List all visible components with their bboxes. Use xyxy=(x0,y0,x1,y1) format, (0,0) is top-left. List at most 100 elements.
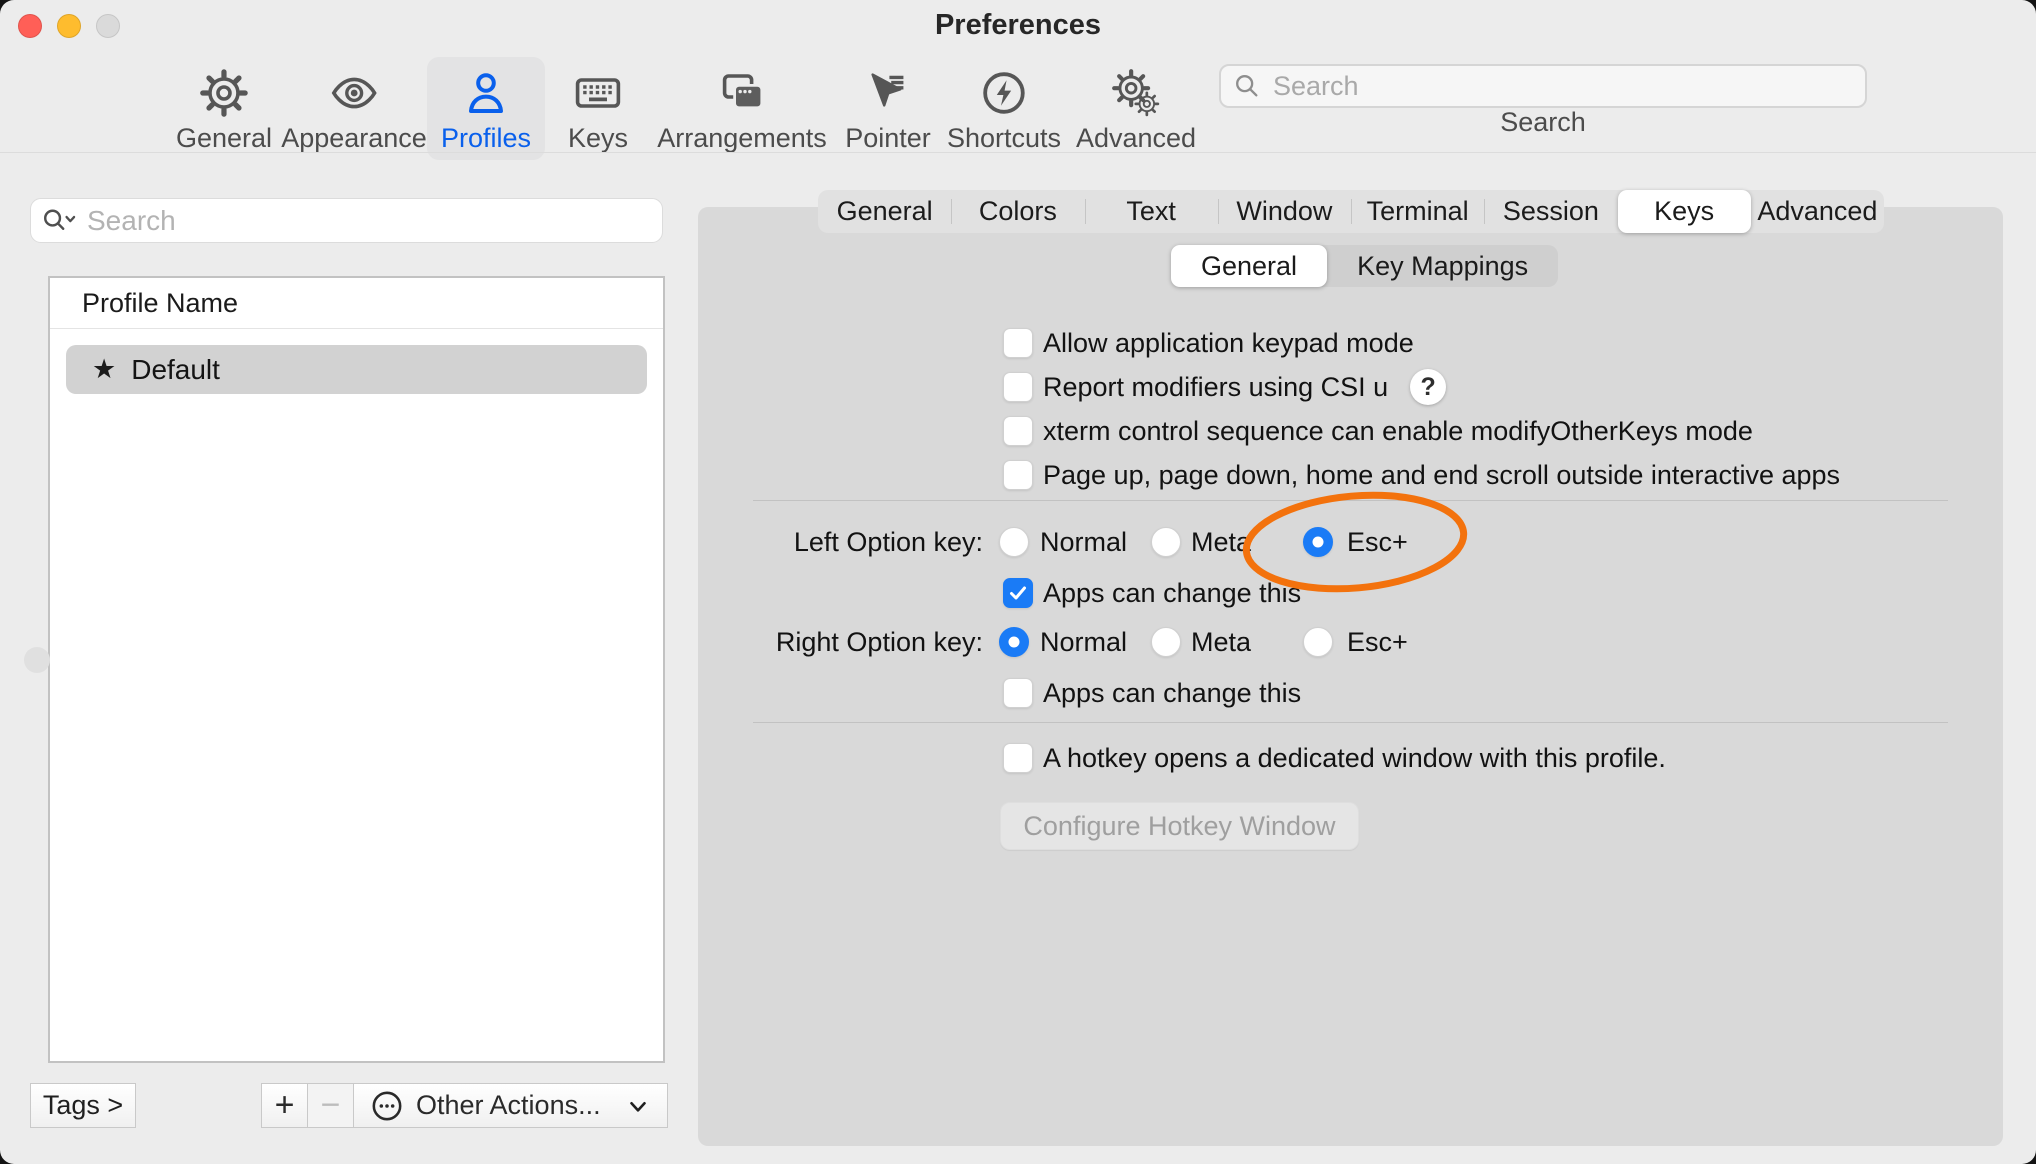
checkbox-row: Allow application keypad mode xyxy=(1003,327,1414,359)
radio-right-meta[interactable] xyxy=(1151,627,1181,657)
zoom-button[interactable] xyxy=(96,14,120,38)
subtab-key-mappings[interactable]: Key Mappings xyxy=(1327,245,1558,287)
cursor-icon xyxy=(864,65,912,121)
checkbox-row: A hotkey opens a dedicated window with t… xyxy=(1003,742,1666,774)
tab-text[interactable]: Text xyxy=(1085,190,1218,233)
radio-left-meta[interactable] xyxy=(1151,527,1181,557)
tab-general[interactable]: General xyxy=(818,190,951,233)
checkbox-row: Report modifiers using CSI u ? xyxy=(1003,371,1446,403)
checkbox-label: Report modifiers using CSI u xyxy=(1043,372,1388,403)
circle-ellipsis-icon xyxy=(370,1089,404,1123)
toolbar-item-label: Arrangements xyxy=(657,123,827,154)
right-option-key-label: Right Option key: xyxy=(698,626,983,658)
configure-hotkey-window-button[interactable]: Configure Hotkey Window xyxy=(1000,802,1359,850)
toolbar-search-input[interactable] xyxy=(1271,70,1853,103)
toolbar-item-label: Pointer xyxy=(845,123,931,154)
radio-right-esc[interactable] xyxy=(1303,627,1333,657)
checkbox-label: A hotkey opens a dedicated window with t… xyxy=(1043,743,1666,774)
divider xyxy=(753,722,1948,723)
left-option-key-row: Left Option key: Normal Meta Esc+ xyxy=(698,526,2003,558)
window-title: Preferences xyxy=(0,9,2036,42)
toolbar-divider xyxy=(0,152,2036,153)
profile-tab-bar: General Colors Text Window Terminal Sess… xyxy=(818,190,1884,233)
toolbar-item-shortcuts[interactable]: Shortcuts xyxy=(933,57,1075,160)
profile-search-field[interactable] xyxy=(30,198,663,243)
toolbar-item-label: Advanced xyxy=(1076,123,1196,154)
windows-icon xyxy=(717,65,767,121)
eye-icon xyxy=(328,65,380,121)
tab-colors[interactable]: Colors xyxy=(951,190,1084,233)
add-profile-button[interactable]: + xyxy=(261,1083,307,1128)
tab-window[interactable]: Window xyxy=(1218,190,1351,233)
splitter-handle-dot[interactable] xyxy=(24,647,50,673)
toolbar-item-arrangements[interactable]: Arrangements xyxy=(643,57,841,160)
left-option-key-label: Left Option key: xyxy=(698,526,983,558)
tags-button[interactable]: Tags > xyxy=(30,1083,136,1128)
checkbox-row: xterm control sequence can enable modify… xyxy=(1003,415,1753,447)
toolbar-item-label: Profiles xyxy=(441,123,531,154)
checkbox-row: Apps can change this xyxy=(1003,677,1301,709)
tab-advanced[interactable]: Advanced xyxy=(1751,190,1884,233)
toolbar-item-appearance[interactable]: Appearance xyxy=(267,57,441,160)
tab-terminal[interactable]: Terminal xyxy=(1351,190,1484,233)
toolbar-item-label: General xyxy=(176,123,272,154)
toolbar-item-label: Shortcuts xyxy=(947,123,1061,154)
profile-name: Default xyxy=(131,354,220,386)
checkbox-hotkey-window[interactable] xyxy=(1003,743,1033,773)
radio-label: Normal xyxy=(1040,526,1127,558)
checkbox-label: Allow application keypad mode xyxy=(1043,328,1414,359)
toolbar-item-pointer[interactable]: Pointer xyxy=(831,57,945,160)
gear-icon xyxy=(200,65,248,121)
checkbox-page-scroll[interactable] xyxy=(1003,460,1033,490)
chevron-down-icon xyxy=(625,1093,651,1119)
profile-list-header: Profile Name xyxy=(50,278,663,329)
checkbox-modify-other-keys[interactable] xyxy=(1003,416,1033,446)
checkbox-right-apps-can-change[interactable] xyxy=(1003,678,1033,708)
radio-label: Esc+ xyxy=(1347,526,1408,558)
keyboard-icon xyxy=(572,65,624,121)
profile-row-default[interactable]: ★ Default xyxy=(66,345,647,394)
double-gear-icon xyxy=(1111,65,1161,121)
other-actions-button[interactable]: Other Actions... xyxy=(353,1083,668,1128)
checkbox-allow-keypad[interactable] xyxy=(1003,328,1033,358)
checkbox-label: Apps can change this xyxy=(1043,678,1301,709)
radio-label: Esc+ xyxy=(1347,626,1408,658)
checkbox-label: Page up, page down, home and end scroll … xyxy=(1043,460,1840,491)
minimize-button[interactable] xyxy=(57,14,81,38)
radio-left-normal[interactable] xyxy=(999,527,1029,557)
checkbox-label: xterm control sequence can enable modify… xyxy=(1043,416,1753,447)
subtab-general[interactable]: General xyxy=(1171,245,1327,287)
toolbar-item-label: Keys xyxy=(568,123,628,154)
help-button[interactable]: ? xyxy=(1410,369,1446,405)
profile-search-input[interactable] xyxy=(85,204,652,238)
radio-left-esc[interactable] xyxy=(1303,527,1333,557)
remove-profile-button[interactable]: − xyxy=(307,1083,353,1128)
divider xyxy=(753,500,1948,501)
radio-label: Normal xyxy=(1040,626,1127,658)
search-scope-icon xyxy=(41,207,77,235)
toolbar-search-caption: Search xyxy=(1219,107,1867,138)
close-button[interactable] xyxy=(18,14,42,38)
star-icon: ★ xyxy=(92,354,116,385)
preferences-window: Preferences General Appearance Profiles xyxy=(0,0,2036,1164)
toolbar-item-profiles[interactable]: Profiles xyxy=(427,57,545,160)
toolbar-item-advanced[interactable]: Advanced xyxy=(1062,57,1210,160)
keys-subtab-bar: General Key Mappings xyxy=(1171,245,1558,287)
checkbox-row: Apps can change this xyxy=(1003,577,1301,609)
checkbox-left-apps-can-change[interactable] xyxy=(1003,578,1033,608)
tab-session[interactable]: Session xyxy=(1484,190,1617,233)
right-option-key-row: Right Option key: Normal Meta Esc+ xyxy=(698,626,2003,658)
radio-right-normal[interactable] xyxy=(999,627,1029,657)
tab-keys[interactable]: Keys xyxy=(1618,190,1751,233)
other-actions-label: Other Actions... xyxy=(416,1090,601,1121)
checkbox-row: Page up, page down, home and end scroll … xyxy=(1003,459,1840,491)
radio-label: Meta xyxy=(1191,626,1251,658)
profile-list: Profile Name ★ Default xyxy=(48,276,665,1063)
toolbar-item-keys[interactable]: Keys xyxy=(554,57,642,160)
window-controls xyxy=(18,14,120,38)
profile-settings-panel: Allow application keypad mode Report mod… xyxy=(698,207,2003,1146)
bolt-circle-icon xyxy=(980,65,1028,121)
checkbox-csi-u[interactable] xyxy=(1003,372,1033,402)
toolbar-search-field[interactable] xyxy=(1219,64,1867,108)
search-icon xyxy=(1233,72,1261,100)
